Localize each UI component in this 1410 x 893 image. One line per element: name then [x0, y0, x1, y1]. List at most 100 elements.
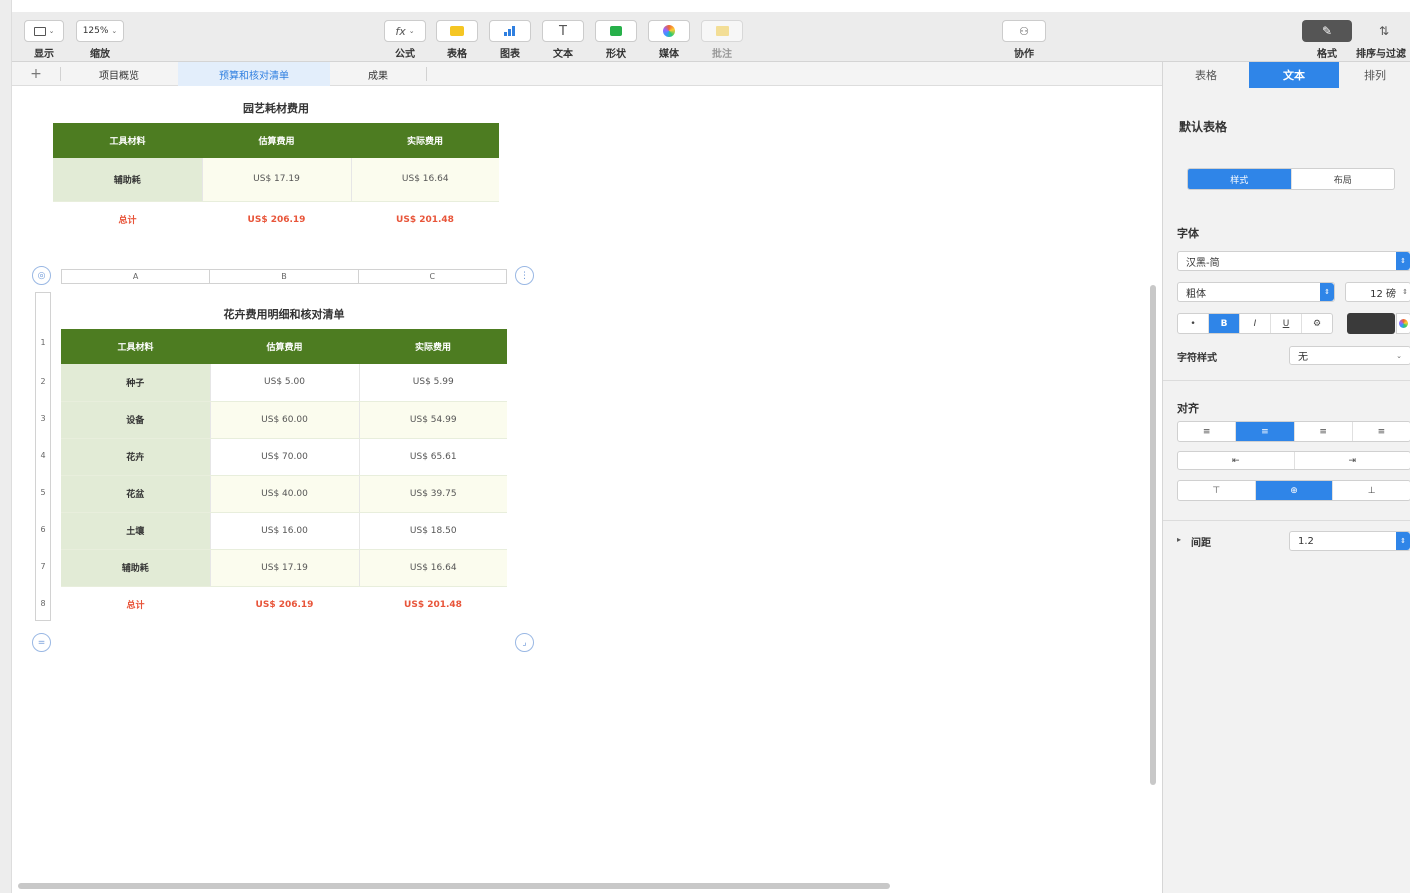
shape-button[interactable] — [595, 20, 637, 42]
row-header[interactable]: 4 — [36, 451, 50, 460]
table1-cell[interactable]: 辅助耗 — [53, 158, 202, 202]
table2-cell[interactable]: US$ 65.61 — [358, 438, 507, 476]
table-button[interactable] — [436, 20, 478, 42]
tab-project-overview[interactable]: 项目概览 — [60, 62, 178, 86]
table1-total-cell[interactable]: 总计 — [53, 201, 202, 238]
column-header-c[interactable]: C — [359, 270, 506, 283]
media-button[interactable] — [648, 20, 690, 42]
table2-total-cell[interactable]: US$ 206.19 — [210, 586, 359, 623]
table2-cell[interactable]: US$ 17.19 — [209, 549, 359, 587]
table1-header-cell[interactable]: 工具材料 — [53, 123, 202, 158]
text-button[interactable]: T — [542, 20, 584, 42]
table2-cell[interactable]: US$ 60.00 — [209, 401, 359, 439]
align-center-button[interactable]: ≡ — [1236, 422, 1295, 441]
table1-total-cell[interactable]: US$ 201.48 — [351, 201, 499, 238]
table2-cell[interactable]: US$ 54.99 — [358, 401, 507, 439]
table2-header-cell[interactable]: 工具材料 — [61, 329, 210, 364]
align-bottom-button[interactable]: ⊥ — [1333, 481, 1410, 500]
char-style-select[interactable]: 无 ⌄ — [1289, 346, 1410, 365]
table2-cell[interactable]: 辅助耗 — [61, 549, 210, 587]
sort-button[interactable]: ⇅ — [1362, 20, 1406, 42]
align-middle-button[interactable]: ⊕ — [1255, 481, 1334, 500]
table2-cell[interactable]: 土壤 — [61, 512, 210, 550]
table2-total-cell[interactable]: US$ 201.48 — [359, 586, 507, 623]
table2: 工具材料 估算费用 实际费用 种子 US$ 5.00 US$ 5.99 设备 U… — [61, 329, 507, 623]
add-sheet-button[interactable]: + — [12, 62, 60, 86]
collaborate-icon: ⚇ — [1019, 24, 1029, 38]
vertical-scrollbar[interactable] — [1150, 285, 1156, 785]
table2-header-cell[interactable]: 实际费用 — [359, 329, 507, 364]
sidebar-tab-table[interactable]: 表格 — [1163, 62, 1249, 88]
decrease-indent-button[interactable]: ⇤ — [1178, 452, 1295, 469]
font-size-field[interactable]: 12 磅 ⇕ — [1345, 282, 1410, 302]
column-header-a[interactable]: A — [62, 270, 211, 283]
justify-button[interactable]: ≡ — [1353, 422, 1410, 441]
disclosure-triangle-icon[interactable]: ▸ — [1177, 535, 1181, 544]
align-top-button[interactable]: ⊤ — [1178, 481, 1256, 500]
table2-cell[interactable]: US$ 16.64 — [358, 549, 507, 587]
table1-total-row: 总计 US$ 206.19 US$ 201.48 — [53, 201, 499, 238]
color-picker-button[interactable] — [1396, 313, 1410, 334]
sidebar-tab-text[interactable]: 文本 — [1249, 62, 1339, 88]
table2-cell[interactable]: US$ 5.99 — [358, 364, 507, 402]
spacing-field[interactable]: 1.2 ⇕ — [1289, 531, 1410, 551]
column-header-b[interactable]: B — [210, 270, 359, 283]
table2-cell[interactable]: 种子 — [61, 364, 210, 402]
table1-cell[interactable]: US$ 16.64 — [350, 158, 499, 202]
underline-button[interactable]: U — [1271, 314, 1302, 333]
align-left-button[interactable]: ≡ — [1178, 422, 1237, 441]
table1-header-cell[interactable]: 实际费用 — [351, 123, 499, 158]
tab-budget-checklist[interactable]: 预算和核对清单 — [178, 62, 330, 86]
text-color-well[interactable] — [1347, 313, 1395, 334]
table2-cell[interactable]: US$ 40.00 — [209, 475, 359, 513]
row-header[interactable]: 6 — [36, 525, 50, 534]
align-right-button[interactable]: ≡ — [1295, 422, 1353, 441]
paragraph-style-name[interactable]: 默认表格 — [1179, 118, 1227, 135]
style-segment[interactable]: 样式 — [1188, 169, 1292, 189]
collaborate-button[interactable]: ⚇ — [1002, 20, 1046, 42]
table2-cell[interactable]: 花盆 — [61, 475, 210, 513]
table1-total-cell[interactable]: US$ 206.19 — [202, 201, 351, 238]
horizontal-scrollbar[interactable] — [18, 883, 890, 889]
text-options-button[interactable]: • — [1178, 314, 1209, 333]
add-row-handle[interactable]: = — [32, 633, 51, 652]
row-header[interactable]: 3 — [36, 414, 50, 423]
shape-icon — [610, 26, 622, 36]
chart-button[interactable] — [489, 20, 531, 42]
table2-cell[interactable]: US$ 16.00 — [209, 512, 359, 550]
table1-header-cell[interactable]: 估算费用 — [202, 123, 351, 158]
table2-cell[interactable]: 设备 — [61, 401, 210, 439]
font-weight-select[interactable]: 粗体 ⇕ — [1177, 282, 1335, 302]
row-header[interactable]: 5 — [36, 488, 50, 497]
table2-total-cell[interactable]: 总计 — [61, 586, 210, 623]
table2-cell[interactable]: US$ 5.00 — [209, 364, 359, 402]
table-select-handle[interactable]: ◎ — [32, 266, 51, 285]
row-header[interactable]: 8 — [36, 599, 50, 608]
table2-cell[interactable]: US$ 70.00 — [209, 438, 359, 476]
resize-table-handle[interactable]: ⌟ — [515, 633, 534, 652]
increase-indent-button[interactable]: ⇥ — [1295, 452, 1410, 469]
row-header[interactable]: 1 — [36, 338, 50, 347]
table2-header-cell[interactable]: 估算费用 — [210, 329, 359, 364]
table2-cell[interactable]: US$ 18.50 — [358, 512, 507, 550]
table1-cell[interactable]: US$ 17.19 — [201, 158, 351, 202]
sort-label: 排序与过滤 — [1356, 49, 1406, 60]
format-button[interactable]: ✎ — [1302, 20, 1352, 42]
view-button[interactable]: ⌄ — [24, 20, 64, 42]
comment-button[interactable] — [701, 20, 743, 42]
row-header[interactable]: 2 — [36, 377, 50, 386]
add-column-handle[interactable]: ⋮ — [515, 266, 534, 285]
layout-segment[interactable]: 布局 — [1292, 169, 1395, 189]
italic-button[interactable]: I — [1240, 314, 1271, 333]
table2-cell[interactable]: US$ 39.75 — [358, 475, 507, 513]
sidebar-tab-arrange[interactable]: 排列 — [1339, 62, 1410, 88]
bold-button[interactable]: B — [1209, 314, 1240, 333]
row-header[interactable]: 7 — [36, 562, 50, 571]
table2-cell[interactable]: 花卉 — [61, 438, 210, 476]
font-family-select[interactable]: 汉黑-简 ⇕ — [1177, 251, 1410, 271]
tab-results[interactable]: 成果 — [330, 62, 426, 86]
advanced-options-button[interactable]: ⚙ — [1302, 314, 1332, 333]
zoom-button[interactable]: 125% ⌄ — [76, 20, 124, 42]
chevron-updown-icon: ⇕ — [1396, 252, 1410, 270]
formula-button[interactable]: fx ⌄ — [384, 20, 426, 42]
